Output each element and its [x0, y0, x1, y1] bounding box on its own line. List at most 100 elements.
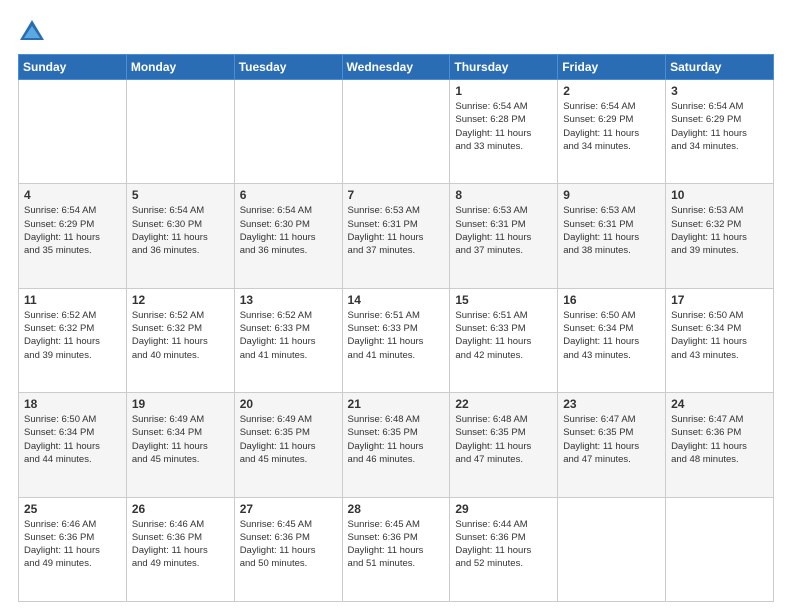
day-info: Sunrise: 6:49 AM Sunset: 6:34 PM Dayligh… [132, 413, 229, 466]
day-info: Sunrise: 6:52 AM Sunset: 6:32 PM Dayligh… [132, 309, 229, 362]
day-info: Sunrise: 6:44 AM Sunset: 6:36 PM Dayligh… [455, 518, 552, 571]
calendar-week-row: 25 Sunrise: 6:46 AM Sunset: 6:36 PM Dayli… [19, 497, 774, 601]
calendar-cell: 17 Sunrise: 6:50 AM Sunset: 6:34 PM Dayli… [666, 288, 774, 392]
calendar-cell: 8 Sunrise: 6:53 AM Sunset: 6:31 PM Daylig… [450, 184, 558, 288]
calendar-cell: 3Sunrise: 6:54 AM Sunset: 6:29 PM Daylig… [666, 80, 774, 184]
calendar-cell: 21Sunrise: 6:48 AM Sunset: 6:35 PM Dayli… [342, 393, 450, 497]
calendar-cell: 24 Sunrise: 6:47 AM Sunset: 6:36 PM Dayli… [666, 393, 774, 497]
calendar-cell: 10 Sunrise: 6:53 AM Sunset: 6:32 PM Dayli… [666, 184, 774, 288]
calendar-cell: 9 Sunrise: 6:53 AM Sunset: 6:31 PM Daylig… [558, 184, 666, 288]
day-number: 6 [240, 188, 337, 202]
day-number: 4 [24, 188, 121, 202]
day-info: Sunrise: 6:48 AM Sunset: 6:35 PM Dayligh… [455, 413, 552, 466]
day-number: 14 [348, 293, 445, 307]
calendar-cell: 19 Sunrise: 6:49 AM Sunset: 6:34 PM Dayli… [126, 393, 234, 497]
day-info: Sunrise: 6:52 AM Sunset: 6:33 PM Dayligh… [240, 309, 337, 362]
calendar-cell: 2 Sunrise: 6:54 AM Sunset: 6:29 PM Daylig… [558, 80, 666, 184]
day-info: Sunrise: 6:46 AM Sunset: 6:36 PM Dayligh… [132, 518, 229, 571]
day-info: Sunrise: 6:54 AM Sunset: 6:29 PM Dayligh… [24, 204, 121, 257]
day-number: 22 [455, 397, 552, 411]
calendar-header-sunday: Sunday [19, 55, 127, 80]
day-number: 16 [563, 293, 660, 307]
day-number: 26 [132, 502, 229, 516]
header [18, 18, 774, 46]
day-info: Sunrise: 6:51 AM Sunset: 6:33 PM Dayligh… [455, 309, 552, 362]
day-info: Sunrise: 6:50 AM Sunset: 6:34 PM Dayligh… [563, 309, 660, 362]
calendar-cell: 23 Sunrise: 6:47 AM Sunset: 6:35 PM Dayli… [558, 393, 666, 497]
calendar-cell: 28 Sunrise: 6:45 AM Sunset: 6:36 PM Dayli… [342, 497, 450, 601]
calendar-cell: 12 Sunrise: 6:52 AM Sunset: 6:32 PM Dayli… [126, 288, 234, 392]
calendar-cell [126, 80, 234, 184]
day-info: Sunrise: 6:47 AM Sunset: 6:36 PM Dayligh… [671, 413, 768, 466]
day-info: Sunrise: 6:53 AM Sunset: 6:32 PM Dayligh… [671, 204, 768, 257]
calendar-cell: 22 Sunrise: 6:48 AM Sunset: 6:35 PM Dayli… [450, 393, 558, 497]
day-info: Sunrise: 6:46 AM Sunset: 6:36 PM Dayligh… [24, 518, 121, 571]
calendar-cell [234, 80, 342, 184]
calendar-cell: 20Sunrise: 6:49 AM Sunset: 6:35 PM Dayli… [234, 393, 342, 497]
day-number: 15 [455, 293, 552, 307]
day-number: 12 [132, 293, 229, 307]
calendar-cell [558, 497, 666, 601]
calendar-week-row: 11 Sunrise: 6:52 AM Sunset: 6:32 PM Dayli… [19, 288, 774, 392]
day-info: Sunrise: 6:45 AM Sunset: 6:36 PM Dayligh… [348, 518, 445, 571]
day-number: 8 [455, 188, 552, 202]
day-info: Sunrise: 6:50 AM Sunset: 6:34 PM Dayligh… [24, 413, 121, 466]
calendar-cell: 1 Sunrise: 6:54 AM Sunset: 6:28 PM Daylig… [450, 80, 558, 184]
day-number: 5 [132, 188, 229, 202]
day-info: Sunrise: 6:50 AM Sunset: 6:34 PM Dayligh… [671, 309, 768, 362]
calendar-header-wednesday: Wednesday [342, 55, 450, 80]
calendar-header-thursday: Thursday [450, 55, 558, 80]
day-number: 25 [24, 502, 121, 516]
calendar-cell [19, 80, 127, 184]
calendar-table: SundayMondayTuesdayWednesdayThursdayFrid… [18, 54, 774, 602]
day-number: 2 [563, 84, 660, 98]
calendar-cell: 16 Sunrise: 6:50 AM Sunset: 6:34 PM Dayli… [558, 288, 666, 392]
day-number: 13 [240, 293, 337, 307]
day-number: 17 [671, 293, 768, 307]
logo-icon [18, 18, 46, 46]
day-number: 27 [240, 502, 337, 516]
calendar-week-row: 4 Sunrise: 6:54 AM Sunset: 6:29 PM Daylig… [19, 184, 774, 288]
calendar-cell: 26 Sunrise: 6:46 AM Sunset: 6:36 PM Dayli… [126, 497, 234, 601]
day-number: 28 [348, 502, 445, 516]
calendar-cell: 29 Sunrise: 6:44 AM Sunset: 6:36 PM Dayli… [450, 497, 558, 601]
day-number: 3 [671, 84, 768, 98]
page: SundayMondayTuesdayWednesdayThursdayFrid… [0, 0, 792, 612]
day-number: 19 [132, 397, 229, 411]
calendar-cell: 27 Sunrise: 6:45 AM Sunset: 6:36 PM Dayli… [234, 497, 342, 601]
day-number: 11 [24, 293, 121, 307]
calendar-header-row: SundayMondayTuesdayWednesdayThursdayFrid… [19, 55, 774, 80]
day-number: 21 [348, 397, 445, 411]
calendar-cell [342, 80, 450, 184]
calendar-cell: 7Sunrise: 6:53 AM Sunset: 6:31 PM Daylig… [342, 184, 450, 288]
day-info: Sunrise: 6:49 AM Sunset: 6:35 PM Dayligh… [240, 413, 337, 466]
day-info: Sunrise: 6:54 AM Sunset: 6:29 PM Dayligh… [563, 100, 660, 153]
day-number: 7 [348, 188, 445, 202]
day-number: 23 [563, 397, 660, 411]
calendar-week-row: 18 Sunrise: 6:50 AM Sunset: 6:34 PM Dayli… [19, 393, 774, 497]
calendar-cell: 5Sunrise: 6:54 AM Sunset: 6:30 PM Daylig… [126, 184, 234, 288]
calendar-cell: 13 Sunrise: 6:52 AM Sunset: 6:33 PM Dayli… [234, 288, 342, 392]
day-info: Sunrise: 6:53 AM Sunset: 6:31 PM Dayligh… [563, 204, 660, 257]
day-info: Sunrise: 6:52 AM Sunset: 6:32 PM Dayligh… [24, 309, 121, 362]
day-number: 18 [24, 397, 121, 411]
day-info: Sunrise: 6:53 AM Sunset: 6:31 PM Dayligh… [455, 204, 552, 257]
calendar-cell: 25 Sunrise: 6:46 AM Sunset: 6:36 PM Dayli… [19, 497, 127, 601]
calendar-cell: 11 Sunrise: 6:52 AM Sunset: 6:32 PM Dayli… [19, 288, 127, 392]
calendar-cell: 4 Sunrise: 6:54 AM Sunset: 6:29 PM Daylig… [19, 184, 127, 288]
calendar-header-monday: Monday [126, 55, 234, 80]
logo [18, 18, 50, 46]
day-info: Sunrise: 6:51 AM Sunset: 6:33 PM Dayligh… [348, 309, 445, 362]
day-number: 9 [563, 188, 660, 202]
calendar-cell: 6Sunrise: 6:54 AM Sunset: 6:30 PM Daylig… [234, 184, 342, 288]
day-number: 10 [671, 188, 768, 202]
day-info: Sunrise: 6:47 AM Sunset: 6:35 PM Dayligh… [563, 413, 660, 466]
day-info: Sunrise: 6:45 AM Sunset: 6:36 PM Dayligh… [240, 518, 337, 571]
calendar-cell: 18 Sunrise: 6:50 AM Sunset: 6:34 PM Dayli… [19, 393, 127, 497]
calendar-cell [666, 497, 774, 601]
day-info: Sunrise: 6:54 AM Sunset: 6:28 PM Dayligh… [455, 100, 552, 153]
day-number: 24 [671, 397, 768, 411]
day-number: 29 [455, 502, 552, 516]
calendar-header-friday: Friday [558, 55, 666, 80]
day-number: 1 [455, 84, 552, 98]
